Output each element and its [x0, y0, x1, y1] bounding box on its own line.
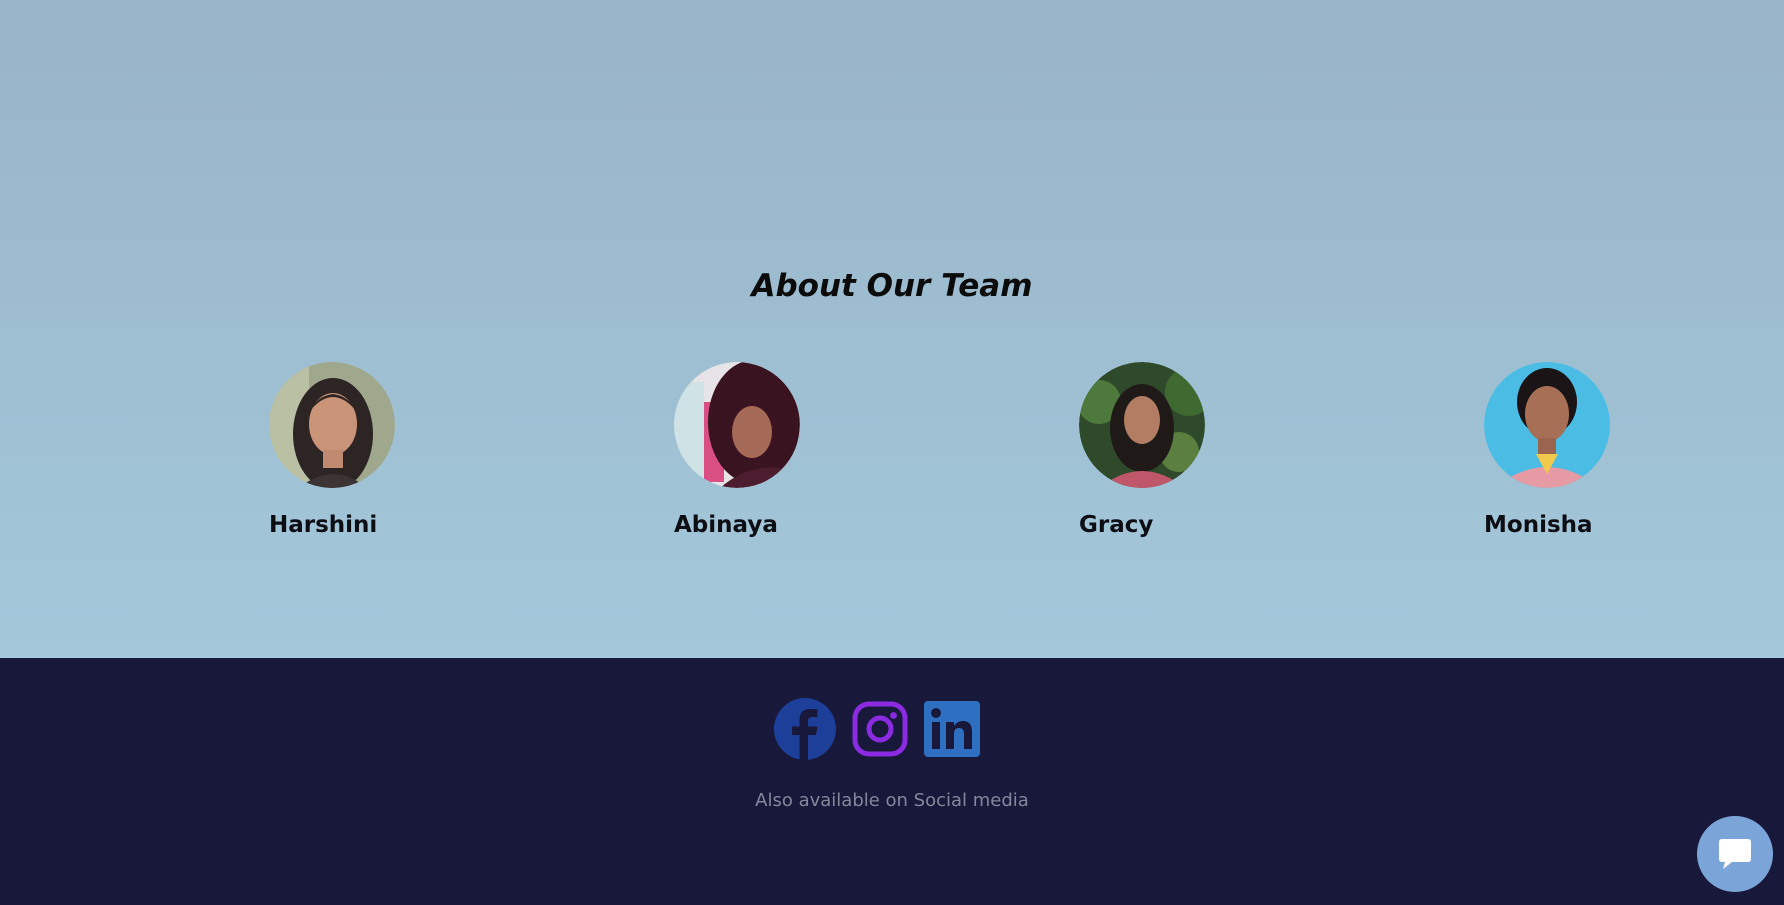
- member-name: Harshini: [269, 512, 378, 538]
- team-member-card: Harshini: [269, 362, 429, 538]
- avatar: [674, 362, 800, 488]
- instagram-link[interactable]: [852, 698, 908, 761]
- page: About Our Team Harshini Abinaya Gracy Mo…: [0, 0, 1784, 905]
- linkedin-link[interactable]: [924, 698, 980, 761]
- chat-bubble-icon: [1719, 839, 1751, 869]
- footer-tagline: Also available on Social media: [755, 790, 1029, 811]
- about-team-section: About Our Team Harshini Abinaya Gracy Mo…: [0, 0, 1784, 658]
- linkedin-icon: [924, 701, 980, 757]
- avatar: [269, 362, 395, 488]
- avatar: [1484, 362, 1610, 488]
- facebook-link[interactable]: [774, 698, 836, 764]
- team-member-card: Monisha: [1484, 362, 1644, 538]
- member-name: Monisha: [1484, 512, 1593, 538]
- social-links: [774, 698, 984, 760]
- section-title: About Our Team: [751, 268, 1033, 304]
- member-name: Abinaya: [674, 512, 778, 538]
- member-name: Gracy: [1079, 512, 1154, 538]
- footer: [0, 658, 1784, 905]
- instagram-icon: [852, 701, 908, 757]
- avatar: [1079, 362, 1205, 488]
- team-member-card: Gracy: [1079, 362, 1239, 538]
- chat-button[interactable]: [1697, 816, 1773, 892]
- team-member-card: Abinaya: [674, 362, 834, 538]
- facebook-icon: [774, 698, 836, 760]
